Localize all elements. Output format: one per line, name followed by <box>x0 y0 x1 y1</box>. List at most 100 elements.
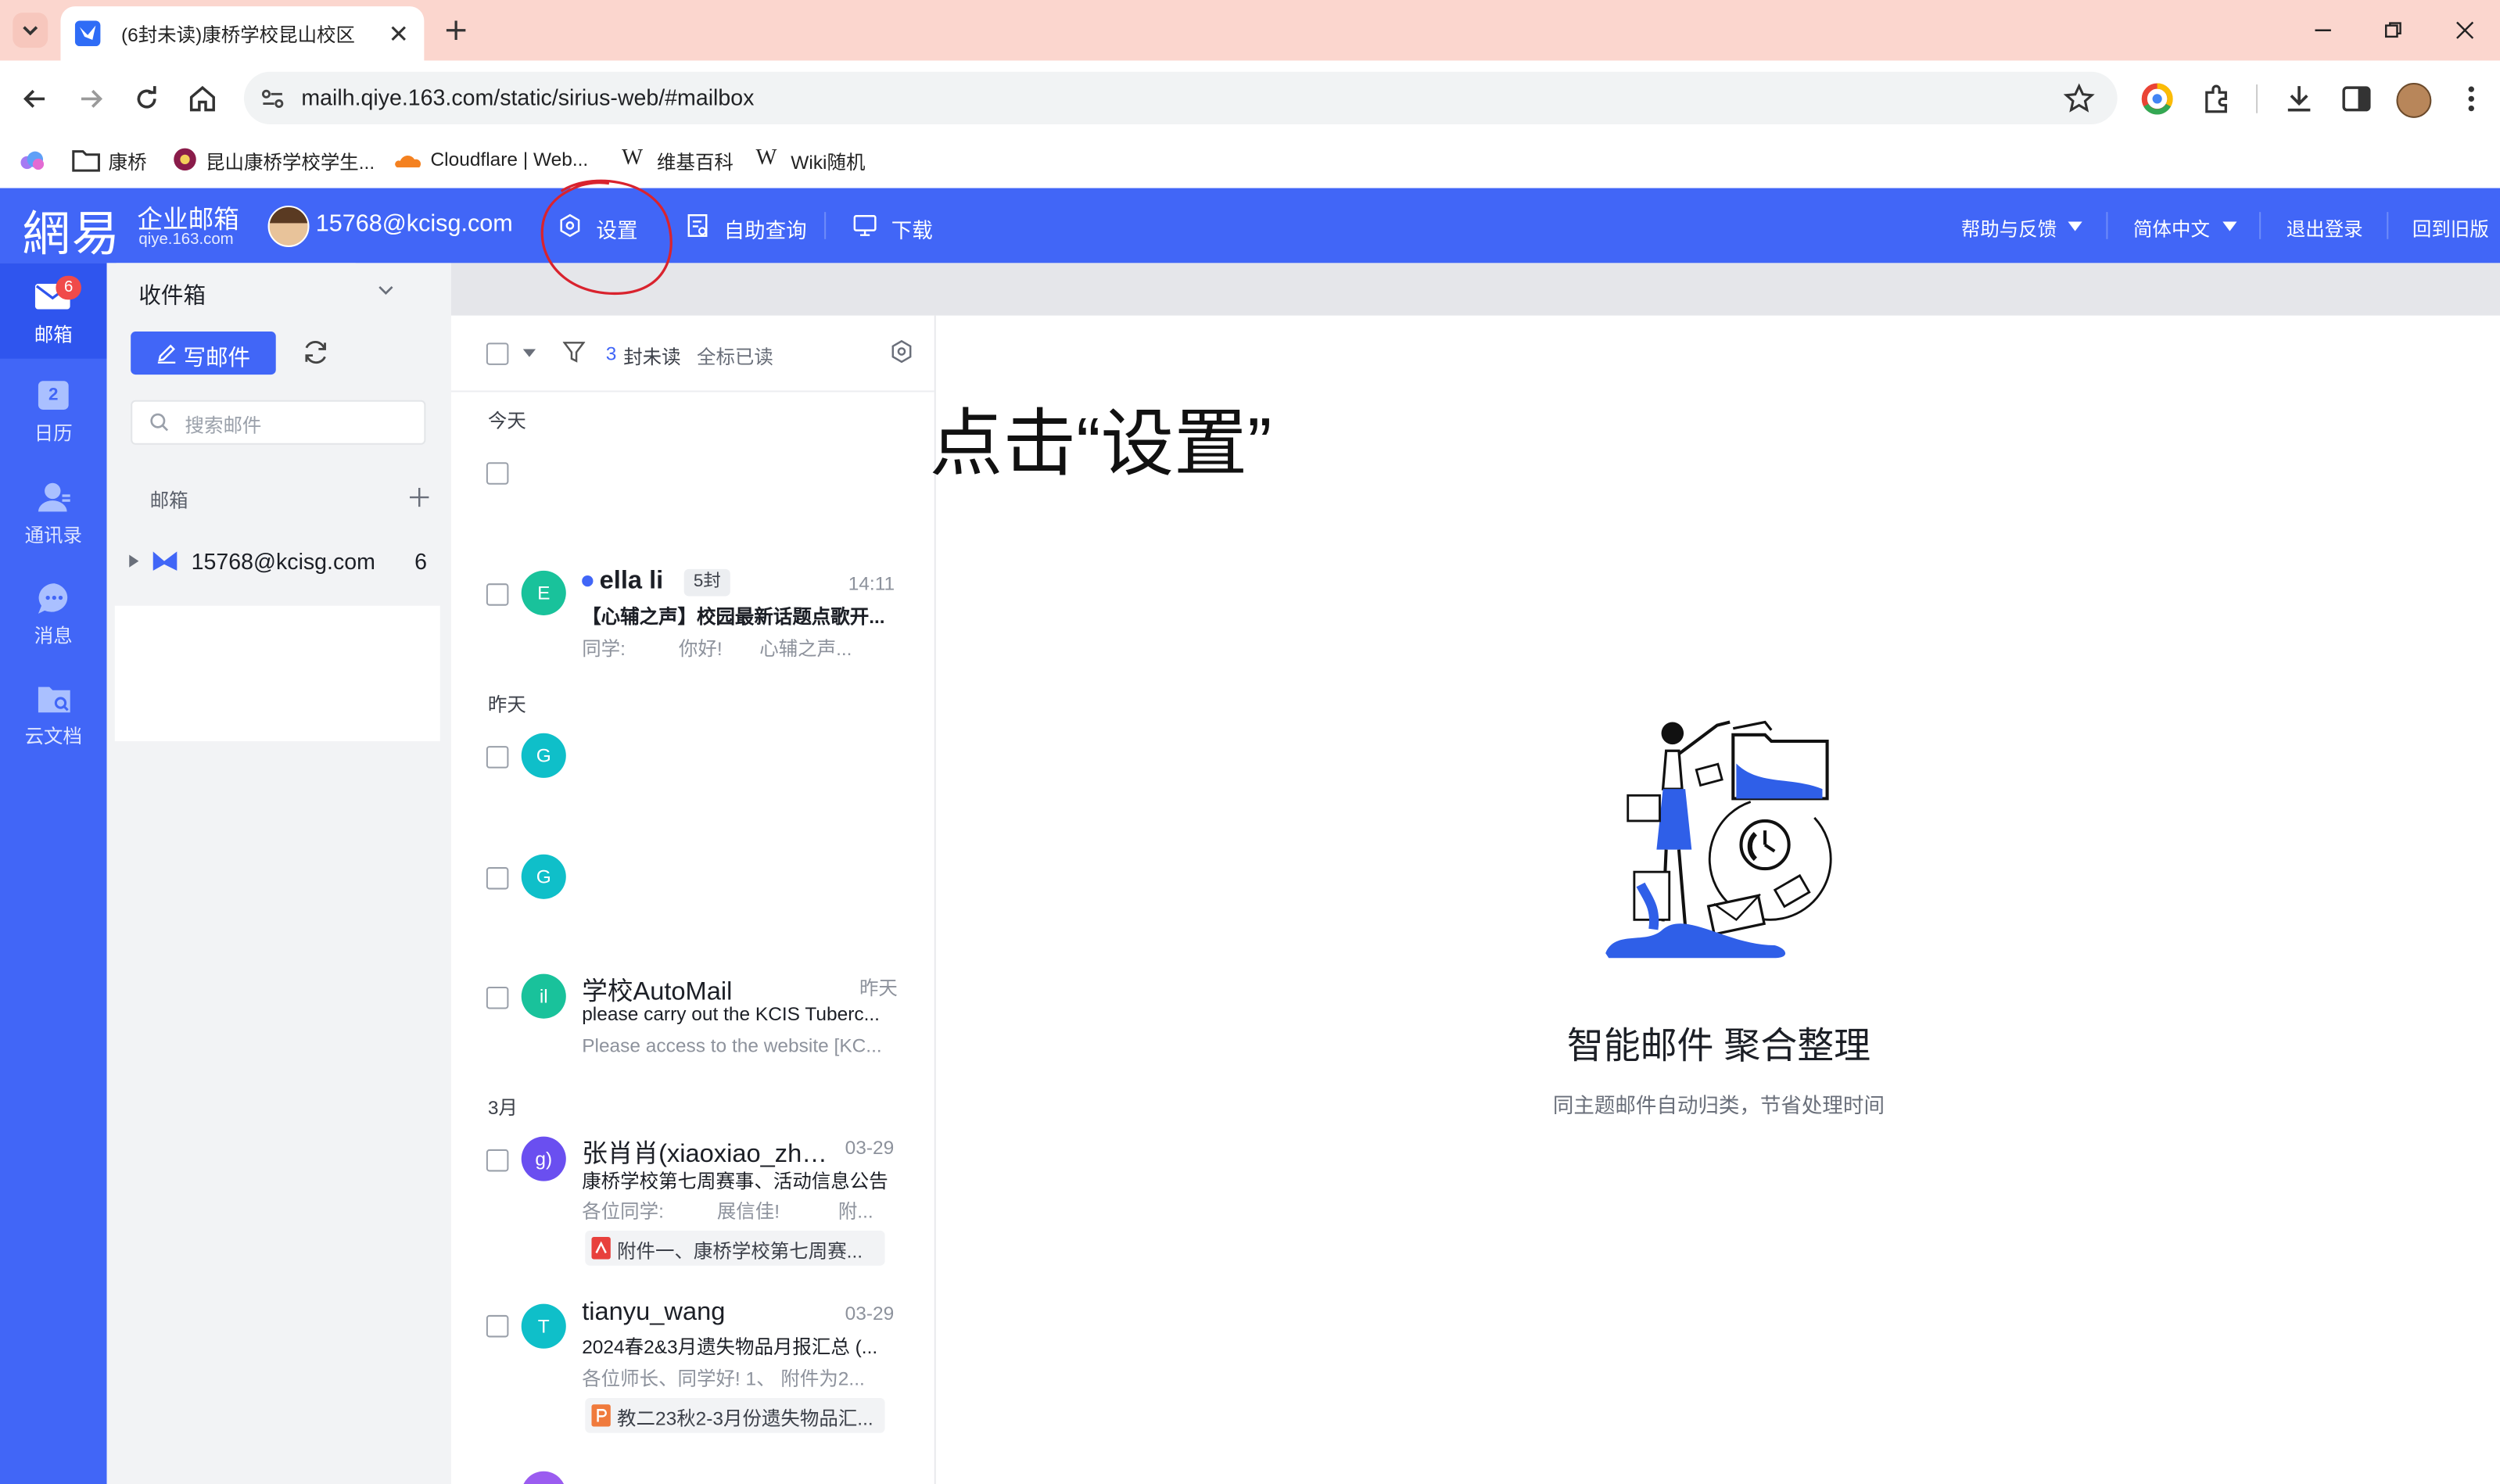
email-preview: Please access to the website [KC... <box>582 1034 882 1057</box>
email-checkbox[interactable] <box>486 986 509 1009</box>
account-email[interactable]: 15768@kcisg.com <box>316 210 513 238</box>
mark-all-read-link[interactable]: 全标已读 <box>697 342 773 370</box>
select-dropdown-caret-icon[interactable] <box>522 349 536 357</box>
restore-icon[interactable] <box>2383 21 2402 40</box>
bookmark-star-icon[interactable] <box>2063 83 2095 115</box>
nav-messages-label: 消息 <box>34 625 73 647</box>
attachment-name: 附件一、康桥学校第七周赛... <box>617 1240 863 1263</box>
empty-state-illustration-icon <box>1605 720 1832 959</box>
email-checkbox[interactable] <box>486 867 509 890</box>
refresh-icon[interactable] <box>301 338 330 367</box>
filter-funnel-icon[interactable] <box>562 341 586 364</box>
attachment-name: 教二23秋2-3月份遗失物品汇... <box>617 1407 873 1430</box>
sender-avatar-initial: g) <box>535 1147 553 1170</box>
account-avatar[interactable] <box>267 205 310 247</box>
nav-mail-label: 邮箱 <box>34 323 73 346</box>
compose-button[interactable]: 写邮件 <box>131 332 276 375</box>
email-preview: 各位同学: 展信佳! 附... <box>582 1200 873 1223</box>
attachment-chip[interactable]: 附件一、康桥学校第七周赛... <box>585 1230 885 1266</box>
old-version-link[interactable]: 回到旧版 <box>2412 215 2489 242</box>
ppt-file-icon <box>591 1404 611 1427</box>
site-info-icon[interactable] <box>258 84 287 113</box>
list-item[interactable]: E ella li 5封 14:11 【心辅之声】校园最新话题点歌开... 同学… <box>451 554 934 666</box>
email-checkbox[interactable] <box>486 583 509 606</box>
nav-mail[interactable]: 6 邮箱 <box>0 263 107 359</box>
school-logo-icon <box>174 148 196 171</box>
list-item[interactable]: G <box>451 730 934 826</box>
email-checkbox[interactable] <box>486 1149 509 1172</box>
sender-avatar: g) <box>521 1136 566 1181</box>
more-vertical-icon[interactable] <box>2455 81 2487 116</box>
list-item[interactable] <box>451 443 934 539</box>
app-nav-rail: 6 邮箱 2 日历 通讯录 消息 云文档 <box>0 263 107 1484</box>
caret-down-icon <box>2222 221 2237 231</box>
side-panel-icon[interactable] <box>2339 81 2374 116</box>
logo-netease: 網易 <box>22 207 121 263</box>
self-service-button[interactable]: 自助查询 <box>687 207 815 246</box>
window-close-icon[interactable] <box>2455 21 2474 40</box>
download-label: 下载 <box>891 218 933 242</box>
search-input[interactable]: 搜索邮件 <box>131 400 426 445</box>
minimize-icon[interactable] <box>2313 21 2332 40</box>
list-settings-icon[interactable] <box>890 339 914 364</box>
email-time: 03-29 <box>845 1136 895 1160</box>
email-time: 03-29 <box>845 1302 895 1325</box>
list-item[interactable]: g) 张肖肖(xiaoxiao_zha... 03-29 康桥学校第七周赛事、活… <box>451 1125 934 1277</box>
email-checkbox[interactable] <box>486 1314 509 1338</box>
chevron-down-icon <box>23 26 38 36</box>
logout-link[interactable]: 退出登录 <box>2287 215 2363 242</box>
help-feedback-dropdown[interactable]: 帮助与反馈 <box>1961 207 2089 246</box>
language-dropdown[interactable]: 简体中文 <box>2133 207 2245 246</box>
add-folder-plus-icon[interactable] <box>409 487 429 507</box>
email-checkbox[interactable] <box>486 462 509 485</box>
new-tab-plus-icon[interactable] <box>445 19 468 41</box>
extensions-puzzle-icon[interactable] <box>2199 81 2234 116</box>
nav-contacts[interactable]: 通讯录 <box>0 475 107 555</box>
email-preview: 各位师长、同学好! 1、 附件为2... <box>582 1368 865 1390</box>
download-icon[interactable] <box>2282 81 2317 116</box>
close-icon[interactable] <box>389 24 407 43</box>
list-item[interactable]: T tianyu_wang 03-29 2024春2&3月遗失物品月报汇总 (.… <box>451 1292 934 1444</box>
list-item[interactable]: G <box>451 851 934 947</box>
header-divider <box>2106 212 2108 239</box>
address-bar[interactable]: mailh.qiye.163.com/static/sirius-web/#ma… <box>243 71 2118 125</box>
expand-caret-right-icon[interactable] <box>129 554 139 568</box>
forward-arrow-icon[interactable] <box>75 83 107 115</box>
sender-avatar-initial: T <box>537 1314 550 1338</box>
back-arrow-icon[interactable] <box>19 83 51 115</box>
email-checkbox[interactable] <box>486 746 509 769</box>
email-time: 14:11 <box>848 572 895 595</box>
calendar-day: 2 <box>48 385 59 405</box>
compose-label: 写邮件 <box>183 344 251 370</box>
cloud-app-icon[interactable] <box>17 147 46 176</box>
tab-search-button[interactable] <box>13 13 48 48</box>
sender-avatar <box>521 1471 566 1484</box>
header-divider <box>824 212 827 239</box>
download-app-button[interactable]: 下载 <box>853 207 949 246</box>
nav-cloud-docs[interactable]: 云文档 <box>0 677 107 757</box>
sender-avatar: T <box>521 1303 566 1349</box>
nav-calendar[interactable]: 2 日历 <box>0 375 107 454</box>
attachment-chip[interactable]: 教二23秋2-3月份遗失物品汇... <box>585 1397 885 1433</box>
nav-messages[interactable]: 消息 <box>0 577 107 657</box>
email-sender: 学校AutoMail <box>582 978 733 1006</box>
account-folder-row[interactable]: 15768@kcisg.com 6 <box>107 543 451 582</box>
group-header-yesterday: 昨天 <box>487 693 526 716</box>
sender-avatar: E <box>521 570 566 615</box>
chrome-extension-color-icon[interactable] <box>2140 81 2175 116</box>
profile-avatar[interactable] <box>2396 83 2432 118</box>
nav-contacts-label: 通讯录 <box>24 524 83 547</box>
home-icon[interactable] <box>187 83 219 115</box>
tab-dropdown-chevron-icon[interactable] <box>378 284 393 296</box>
reload-icon[interactable] <box>131 83 163 115</box>
email-sender: tianyu_wang <box>582 1299 726 1327</box>
select-all-checkbox[interactable] <box>486 342 509 365</box>
tab-inbox[interactable]: 收件箱 <box>116 263 356 316</box>
list-item[interactable]: il 学校AutoMail 昨天 please carry out the KC… <box>451 961 934 1073</box>
email-subject: 【心辅之声】校园最新话题点歌开... <box>582 605 885 629</box>
folder-placeholder-card <box>114 605 440 741</box>
pdf-file-icon <box>591 1237 611 1260</box>
mailbox-section-title: 邮箱 <box>149 489 188 512</box>
account-folder-count: 6 <box>414 548 428 574</box>
browser-tab-active[interactable]: (6封未读)康桥学校昆山校区 <box>60 6 425 61</box>
